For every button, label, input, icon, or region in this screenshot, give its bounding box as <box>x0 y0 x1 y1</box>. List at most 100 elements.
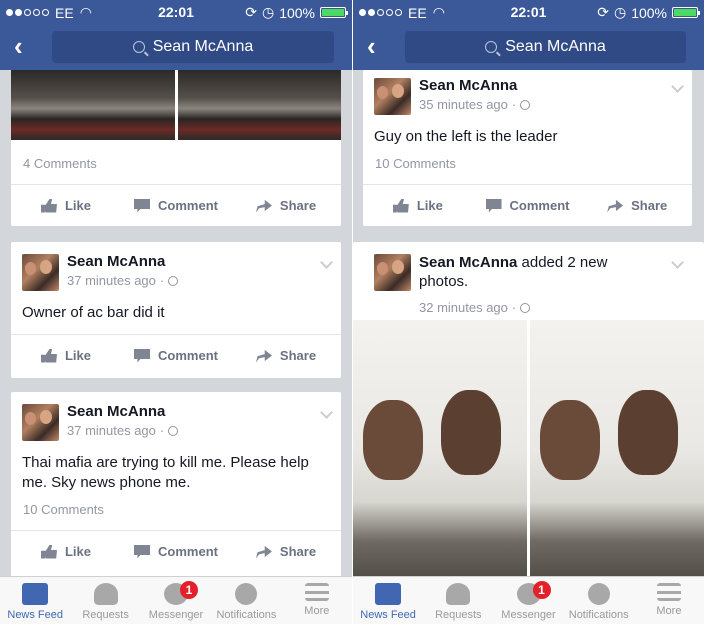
globe-icon <box>168 425 179 436</box>
like-button[interactable]: Like <box>11 185 121 226</box>
post-text: Guy on the left is the leader <box>374 128 558 145</box>
comment-icon <box>134 348 151 363</box>
author-name[interactable]: Sean McAnna added 2 new photos. <box>419 253 649 291</box>
rotation-lock-icon: ⟳ <box>597 4 609 20</box>
like-button[interactable]: Like <box>363 185 473 226</box>
search-query: Sean McAnna <box>152 38 254 55</box>
post-card: Sean McAnna 37 minutes ago · Owner of ac … <box>11 242 341 378</box>
share-button[interactable]: Share <box>582 185 692 226</box>
tab-notifications[interactable]: Notifications <box>211 577 281 624</box>
search-query: Sean McAnna <box>505 38 606 55</box>
chevron-down-icon[interactable] <box>320 406 333 419</box>
post-card: 4 Comments Like Comment Share <box>11 70 341 226</box>
menu-icon <box>656 583 681 601</box>
like-icon <box>40 544 57 559</box>
post-actions: Like Comment Share <box>11 530 341 572</box>
nav-bar: ‹ Sean McAnna <box>0 24 352 70</box>
post-photo[interactable] <box>11 70 175 140</box>
post-card: Sean McAnna 35 minutes ago · Guy on the l… <box>363 70 692 226</box>
post-photo[interactable] <box>177 70 341 140</box>
globe-icon <box>587 583 610 605</box>
post-header: Sean McAnna 37 minutes ago · <box>22 252 333 294</box>
tab-bar: News Feed Requests 1 Messenger Notificati… <box>353 576 704 624</box>
tab-messenger[interactable]: 1 Messenger <box>493 577 563 624</box>
comment-count[interactable]: 4 Comments <box>23 156 97 171</box>
globe-icon <box>235 583 258 605</box>
comment-count[interactable]: 10 Comments <box>23 502 104 517</box>
avatar[interactable] <box>374 254 411 291</box>
messenger-badge: 1 <box>532 581 551 599</box>
search-input[interactable]: Sean McAnna <box>52 31 334 63</box>
chevron-down-icon[interactable] <box>671 256 684 269</box>
post-time[interactable]: 35 minutes ago <box>419 97 508 112</box>
author-name[interactable]: Sean McAnna <box>67 253 165 270</box>
avatar[interactable] <box>22 404 59 441</box>
battery-icon <box>320 7 348 18</box>
nav-bar: ‹ Sean McAnna <box>353 24 704 70</box>
post-time[interactable]: 37 minutes ago <box>67 273 156 288</box>
chevron-down-icon[interactable] <box>320 256 333 269</box>
post-card: Sean McAnna added 2 new photos. 32 minut… <box>353 242 704 576</box>
status-bar: EE ◠ 22:01 ⟳ ◷ 100% <box>0 0 352 24</box>
requests-icon <box>93 583 118 605</box>
phone-right: EE ◠ 22:01 ⟳ ◷ 100% ‹ Sean McAnna Sean M… <box>353 0 704 624</box>
post-photo[interactable] <box>530 320 704 576</box>
post-photo[interactable] <box>353 320 527 576</box>
alarm-icon: ◷ <box>261 4 275 20</box>
tab-more[interactable]: More <box>282 577 352 624</box>
messenger-badge: 1 <box>180 581 199 599</box>
comment-button[interactable]: Comment <box>121 185 231 226</box>
share-icon <box>255 349 272 363</box>
post-actions: Like Comment Share <box>363 184 692 226</box>
avatar[interactable] <box>22 254 59 291</box>
search-icon <box>132 41 145 53</box>
comment-icon <box>134 198 151 213</box>
comment-button[interactable]: Comment <box>121 531 231 572</box>
post-time[interactable]: 32 minutes ago <box>419 300 508 315</box>
comment-icon <box>134 544 151 559</box>
tab-requests[interactable]: Requests <box>70 577 140 624</box>
like-icon <box>40 198 57 213</box>
globe-icon <box>520 99 531 110</box>
author-name[interactable]: Sean McAnna <box>67 403 165 420</box>
tab-requests[interactable]: Requests <box>423 577 493 624</box>
tab-news-feed[interactable]: News Feed <box>0 577 70 624</box>
news-feed[interactable]: 4 Comments Like Comment Share Sean McAnn… <box>0 70 352 576</box>
post-actions: Like Comment Share <box>11 184 341 226</box>
share-button[interactable]: Share <box>231 531 341 572</box>
author-name[interactable]: Sean McAnna <box>419 77 517 94</box>
comment-button[interactable]: Comment <box>473 185 583 226</box>
globe-icon <box>168 275 179 286</box>
chevron-down-icon[interactable] <box>671 80 684 93</box>
tab-news-feed[interactable]: News Feed <box>353 577 423 624</box>
back-button[interactable]: ‹ <box>14 33 23 59</box>
like-button[interactable]: Like <box>11 335 121 376</box>
photo-grid <box>353 320 704 576</box>
tab-notifications[interactable]: Notifications <box>564 577 634 624</box>
tab-messenger[interactable]: 1 Messenger <box>141 577 211 624</box>
alarm-icon: ◷ <box>613 4 627 20</box>
tab-bar: News Feed Requests 1 Messenger Notificati… <box>0 576 352 624</box>
like-button[interactable]: Like <box>11 531 121 572</box>
post-text: Thai mafia are trying to kill me. Please… <box>22 454 309 491</box>
search-input[interactable]: Sean McAnna <box>405 31 686 63</box>
tab-more[interactable]: More <box>634 577 704 624</box>
share-button[interactable]: Share <box>231 335 341 376</box>
post-header: Sean McAnna 37 minutes ago · <box>22 402 333 444</box>
comment-count[interactable]: 10 Comments <box>375 156 456 171</box>
news-feed[interactable]: Sean McAnna 35 minutes ago · Guy on the l… <box>353 70 704 576</box>
rotation-lock-icon: ⟳ <box>245 4 257 20</box>
screenshot-pair: EE ◠ 22:01 ⟳ ◷ 100% ‹ Sean McAnna 4 Comm… <box>0 0 704 624</box>
like-icon <box>40 348 57 363</box>
post-time[interactable]: 37 minutes ago <box>67 423 156 438</box>
back-button[interactable]: ‹ <box>367 33 376 59</box>
news-feed-icon <box>22 583 49 605</box>
news-feed-icon <box>375 583 402 605</box>
battery-percent: 100% <box>631 4 667 21</box>
avatar[interactable] <box>374 78 411 115</box>
comment-button[interactable]: Comment <box>121 335 231 376</box>
share-button[interactable]: Share <box>231 185 341 226</box>
globe-icon <box>520 302 531 313</box>
phone-left: EE ◠ 22:01 ⟳ ◷ 100% ‹ Sean McAnna 4 Comm… <box>0 0 352 624</box>
like-icon <box>392 198 409 213</box>
